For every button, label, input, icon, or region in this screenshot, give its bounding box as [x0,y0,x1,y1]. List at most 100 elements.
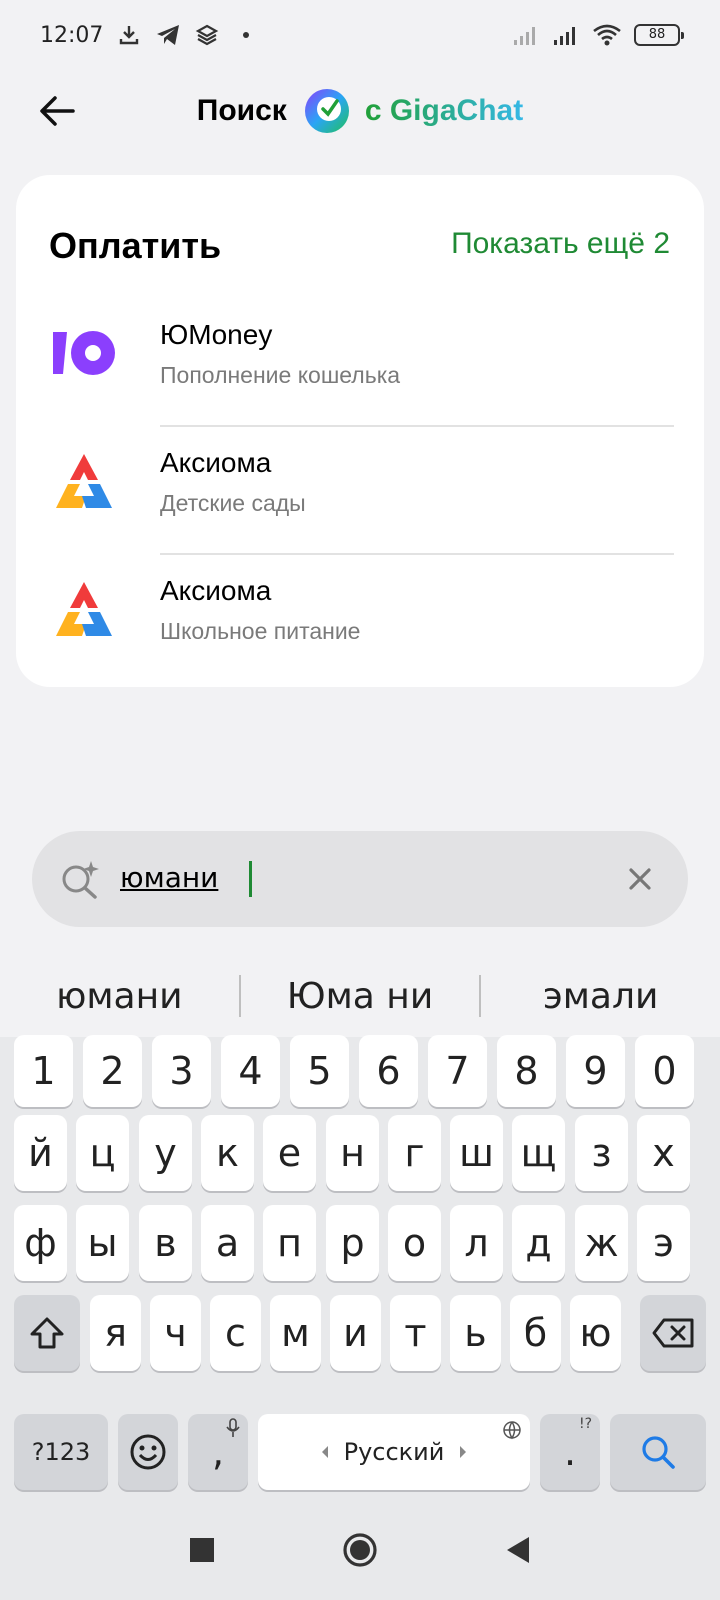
key-letter[interactable]: ц [76,1115,129,1191]
signal-icon [554,27,575,45]
key-letter[interactable]: э [637,1205,690,1281]
key-letter[interactable]: к [201,1115,254,1191]
yumoney-logo [50,319,118,387]
item-description: Детские сады [160,490,306,516]
gigachat-logo [304,89,349,133]
comma-key[interactable]: , [188,1414,248,1490]
symbols-key[interactable]: ?123 [14,1414,108,1490]
key-letter[interactable]: з [575,1115,628,1191]
key-letter[interactable]: й [14,1115,67,1191]
key-letter[interactable]: ь [450,1295,501,1371]
header: Поиск с GigaChat [0,80,720,142]
status-time: 12:07 [40,22,104,48]
period-label: . [563,1430,577,1474]
key-letter[interactable]: ш [450,1115,503,1191]
ai-search-icon [62,861,99,899]
signal-weak-icon [514,27,535,45]
period-hint: !? [578,1416,592,1432]
battery-icon: 88 [634,24,684,46]
pay-section-card: Оплатить Показать ещё 2 ЮMoney Пополнени… [16,175,704,687]
key-letter[interactable]: п [263,1205,316,1281]
key-number[interactable]: 0 [635,1035,694,1107]
suggestion-strip: юмани Юма ни эмали [0,955,720,1037]
list-item[interactable]: Аксиома Детские сады [16,435,704,563]
backspace-icon [652,1318,694,1348]
key-letter[interactable]: ч [150,1295,201,1371]
key-letter[interactable]: н [326,1115,379,1191]
mic-icon [226,1418,240,1437]
key-letter[interactable]: б [510,1295,561,1371]
list-item[interactable]: ЮMoney Пополнение кошелька [16,307,704,435]
search-value: юмани [120,861,219,894]
circle-icon [343,1533,377,1567]
close-icon [629,868,651,890]
item-name: ЮMoney [160,319,273,350]
key-letter[interactable]: г [388,1115,441,1191]
key-letter[interactable]: л [450,1205,503,1281]
suggestion[interactable]: Юма ни [241,976,480,1017]
key-number[interactable]: 8 [497,1035,556,1107]
divider [160,425,674,427]
key-number[interactable]: 2 [83,1035,142,1107]
suggestion[interactable]: эмали [481,976,720,1017]
home-button[interactable] [336,1526,384,1574]
search-icon [642,1436,675,1469]
key-letter[interactable]: о [388,1205,441,1281]
key-letter[interactable]: с [210,1295,261,1371]
key-letter[interactable]: я [90,1295,141,1371]
key-letter[interactable]: и [330,1295,381,1371]
axioma-logo [50,575,118,643]
smiley-icon [130,1434,166,1470]
shift-icon [30,1317,64,1349]
page-title: Поиск [196,94,287,127]
back-button[interactable] [36,90,78,132]
download-icon [120,26,139,45]
notification-dot-icon [243,32,250,38]
key-letter[interactable]: в [139,1205,192,1281]
key-number[interactable]: 6 [359,1035,418,1107]
search-input[interactable]: юмани [32,831,688,927]
list-item[interactable]: Аксиома Школьное питание [16,563,704,691]
axioma-logo [50,447,118,515]
item-description: Пополнение кошелька [160,362,401,388]
key-letter[interactable]: т [390,1295,441,1371]
recents-button[interactable] [178,1526,226,1574]
emoji-key[interactable] [118,1414,178,1490]
space-label: Русский [343,1438,445,1466]
key-letter[interactable]: ж [575,1205,628,1281]
space-key[interactable]: Русский [258,1414,530,1490]
key-letter[interactable]: щ [512,1115,565,1191]
key-letter[interactable]: д [512,1205,565,1281]
shift-key[interactable] [14,1295,80,1371]
clear-button[interactable] [622,861,658,897]
key-letter[interactable]: у [139,1115,192,1191]
status-bar: 12:07 88 [0,0,720,70]
section-title: Оплатить [49,225,222,266]
key-number[interactable]: 5 [290,1035,349,1107]
arrow-right-small-icon [460,1446,467,1458]
key-letter[interactable]: е [263,1115,316,1191]
back-nav-button[interactable] [494,1526,542,1574]
backspace-key[interactable] [640,1295,706,1371]
suggestion[interactable]: юмани [0,976,239,1017]
period-key[interactable]: !? . [540,1414,600,1490]
key-number[interactable]: 4 [221,1035,280,1107]
key-letter[interactable]: ы [76,1205,129,1281]
key-letter[interactable]: ю [570,1295,621,1371]
key-letter[interactable]: м [270,1295,321,1371]
gigachat-subtitle: с GigaChat [364,94,524,127]
key-letter[interactable]: р [326,1205,379,1281]
key-number[interactable]: 9 [566,1035,625,1107]
search-key[interactable] [610,1414,706,1490]
comma-label: , [211,1430,225,1474]
key-letter[interactable]: а [201,1205,254,1281]
key-number[interactable]: 3 [152,1035,211,1107]
key-letter[interactable]: х [637,1115,690,1191]
triangle-back-icon [507,1537,529,1563]
key-number[interactable]: 7 [428,1035,487,1107]
globe-icon [503,1421,521,1440]
show-more-link[interactable]: Показать ещё 2 [451,227,670,261]
item-name: Аксиома [160,447,272,478]
key-letter[interactable]: ф [14,1205,67,1281]
key-number[interactable]: 1 [14,1035,73,1107]
